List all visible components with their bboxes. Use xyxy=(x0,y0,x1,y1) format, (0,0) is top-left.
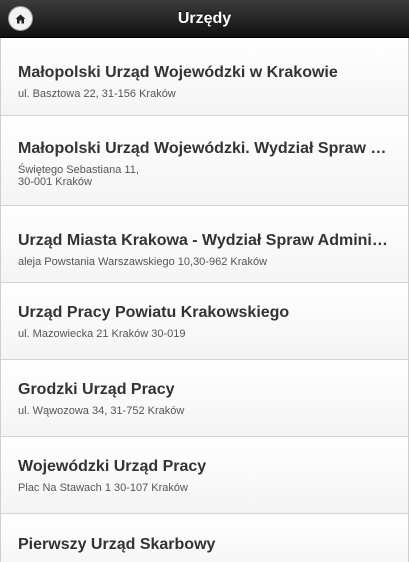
list-item[interactable]: Grodzki Urząd Pracy ul. Wąwozowa 34, 31-… xyxy=(1,360,408,437)
list-item[interactable]: Urząd Miasta Krakowa - Wydział Spraw Adm… xyxy=(1,206,408,283)
list-item[interactable]: Małopolski Urząd Wojewódzki w Krakowie u… xyxy=(1,38,408,116)
list-item[interactable]: Małopolski Urząd Wojewódzki. Wydział Spr… xyxy=(1,116,408,206)
item-address: ul. Mazowiecka 21 Kraków 30-019 xyxy=(18,328,186,340)
header-bar: Urzędy xyxy=(0,0,409,38)
app-screen: Urzędy Małopolski Urząd Wojewódzki w Kra… xyxy=(0,0,409,562)
item-address: Świętego Sebastiana 11, 30-001 Kraków xyxy=(18,164,139,188)
item-name: Małopolski Urząd Wojewódzki w Krakowie xyxy=(18,64,338,81)
item-address: Plac Na Stawach 1 30-107 Kraków xyxy=(18,482,188,494)
list-item[interactable]: Wojewódzki Urząd Pracy Plac Na Stawach 1… xyxy=(1,437,408,514)
item-name: Urząd Miasta Krakowa - Wydział Spraw Adm… xyxy=(18,232,391,249)
office-list: Małopolski Urząd Wojewódzki w Krakowie u… xyxy=(0,38,409,562)
item-name: Pierwszy Urząd Skarbowy xyxy=(18,536,216,553)
item-address: ul. Wąwozowa 34, 31-752 Kraków xyxy=(18,405,185,417)
item-name: Wojewódzki Urząd Pracy xyxy=(18,458,207,475)
list-item[interactable]: Urząd Pracy Powiatu Krakowskiego ul. Maz… xyxy=(1,283,408,360)
item-name: Małopolski Urząd Wojewódzki. Wydział Spr… xyxy=(18,140,391,157)
item-address: ul. Basztowa 22, 31-156 Kraków xyxy=(18,88,176,100)
page-title: Urzędy xyxy=(177,10,232,27)
item-name: Grodzki Urząd Pracy xyxy=(18,381,175,398)
item-name: Urząd Pracy Powiatu Krakowskiego xyxy=(18,304,290,321)
list-item[interactable]: Pierwszy Urząd Skarbowy xyxy=(1,514,408,562)
item-address: aleja Powstania Warszawskiego 10,30-962 … xyxy=(18,256,268,268)
